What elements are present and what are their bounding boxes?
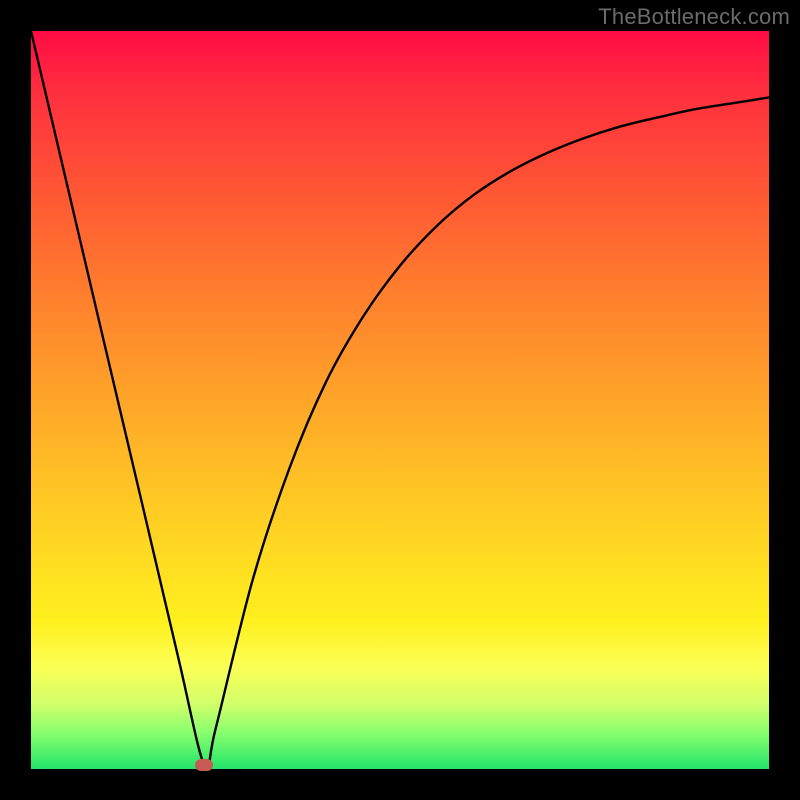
watermark-text: TheBottleneck.com [598, 4, 790, 30]
minimum-marker [195, 759, 213, 771]
plot-area [31, 31, 769, 769]
bottleneck-curve [31, 31, 769, 769]
chart-frame: TheBottleneck.com [0, 0, 800, 800]
